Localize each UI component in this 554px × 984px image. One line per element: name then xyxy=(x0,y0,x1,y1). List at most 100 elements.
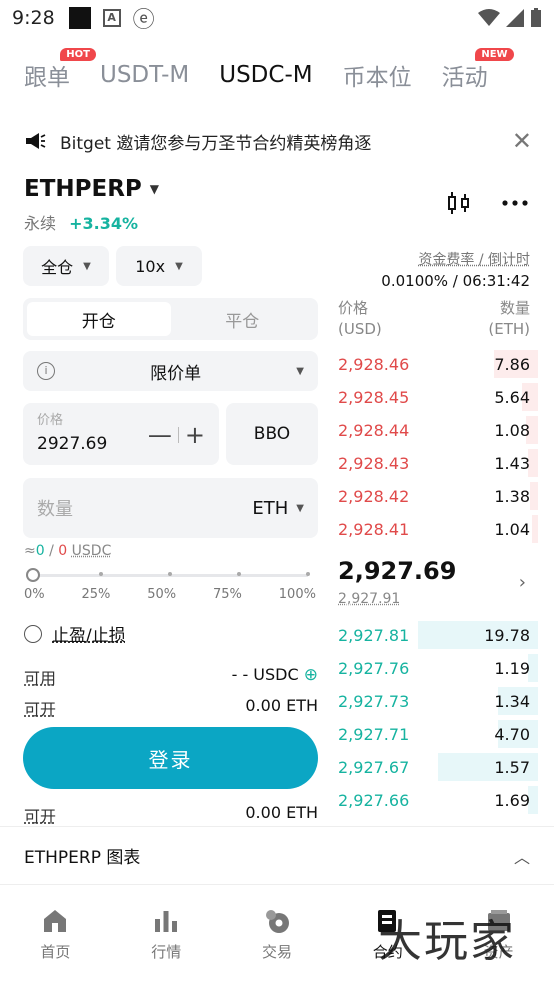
ob-qty-header: 数量 xyxy=(499,299,530,317)
ask-row[interactable]: 2,928.45 5.64 xyxy=(338,383,538,411)
ob-price-header: 价格 xyxy=(338,299,369,317)
margin-mode-select[interactable]: 全仓 ▼ xyxy=(23,246,109,286)
caret-down-icon: ▼ xyxy=(296,365,304,377)
depth-bar xyxy=(530,482,538,510)
bid-price: 2,927.81 xyxy=(338,625,410,645)
notification-square-icon xyxy=(68,7,91,29)
can-open-value: 0.00 ETH xyxy=(245,696,318,715)
ask-row[interactable]: 2,928.43 1.43 xyxy=(338,449,538,477)
close-icon[interactable]: ✕ xyxy=(512,127,532,155)
bid-row[interactable]: 2,927.71 4.70 xyxy=(338,720,538,748)
ask-qty: 7.86 xyxy=(494,354,530,374)
tick-label: 0% xyxy=(24,587,45,602)
login-button[interactable]: 登录 xyxy=(23,727,318,789)
bbo-button[interactable]: BBO xyxy=(226,403,318,465)
bid-qty: 1.34 xyxy=(494,691,530,711)
tab-usdt-m[interactable]: USDT-M xyxy=(100,62,189,88)
bid-price: 2,927.71 xyxy=(338,724,410,744)
trade-icon xyxy=(265,910,289,933)
approx-prefix: ≈ xyxy=(24,543,36,559)
can-open-label: 可开 xyxy=(24,807,57,826)
nav-markets[interactable]: 行情 xyxy=(111,885,222,984)
ask-row[interactable]: 2,928.44 1.08 xyxy=(338,416,538,444)
available-value: - - USDC xyxy=(231,665,299,684)
chart-toggle-label: ETHPERP 图表 xyxy=(24,848,141,868)
symbol-selector[interactable]: ETHPERP ▼ xyxy=(24,176,159,202)
ask-row[interactable]: 2,928.42 1.38 xyxy=(338,482,538,510)
tab-coin-m[interactable]: 币本位 xyxy=(343,58,412,92)
available-label: 可用 xyxy=(24,669,57,688)
margin-mode-value: 全仓 xyxy=(41,258,74,277)
funding-info[interactable]: 资金费率 / 倒计时 0.0100% / 06:31:42 xyxy=(381,250,530,292)
nav-trade[interactable]: 交易 xyxy=(222,885,333,984)
ask-price: 2,928.46 xyxy=(338,354,410,374)
top-actions xyxy=(446,190,528,216)
more-icon[interactable] xyxy=(502,199,528,207)
bid-price: 2,927.76 xyxy=(338,658,410,678)
bid-row[interactable]: 2,927.73 1.34 xyxy=(338,687,538,715)
chevron-up-icon[interactable]: ︿ xyxy=(514,844,530,868)
bid-qty: 19.78 xyxy=(484,625,530,645)
ask-row[interactable]: 2,928.46 7.86 xyxy=(338,350,538,378)
tick-label: 25% xyxy=(81,587,111,602)
leverage-value: 10x xyxy=(135,256,166,276)
ob-qty-unit: (ETH) xyxy=(488,320,530,338)
quantity-placeholder: 数量 xyxy=(37,499,73,520)
ask-row[interactable]: 2,928.41 1.04 xyxy=(338,515,538,543)
tab-events[interactable]: 活动 NEW xyxy=(442,48,514,92)
bid-row[interactable]: 2,927.81 19.78 xyxy=(338,621,538,649)
bid-price: 2,927.67 xyxy=(338,757,410,777)
add-funds-icon[interactable]: ⊕ xyxy=(304,665,318,685)
minus-button[interactable]: — xyxy=(148,421,172,449)
quantity-input[interactable]: 数量 ETH ▼ xyxy=(23,478,318,538)
chart-bars-icon xyxy=(155,911,178,932)
bid-row[interactable]: 2,927.76 1.19 xyxy=(338,654,538,682)
price-stepper: — + xyxy=(148,421,205,449)
order-type-select[interactable]: i 限价单 ▼ xyxy=(23,351,318,391)
orderbook-header: 价格 (USD) 数量 (ETH) xyxy=(338,298,530,340)
ask-price: 2,928.43 xyxy=(338,453,410,473)
tab-usdc-m[interactable]: USDC-M xyxy=(219,62,312,88)
quantity-unit[interactable]: ETH xyxy=(252,498,288,519)
battery-icon xyxy=(531,8,541,27)
symbol-name: ETHPERP xyxy=(24,176,142,202)
bid-row[interactable]: 2,927.66 1.69 xyxy=(338,786,538,814)
tpsl-toggle[interactable]: 止盈/止损 xyxy=(24,621,126,646)
price-change: +3.34% xyxy=(69,214,139,233)
bid-row[interactable]: 2,927.67 1.57 xyxy=(338,753,538,781)
caret-down-icon: ▼ xyxy=(296,502,304,514)
announcement-bar[interactable]: Bitget 邀请您参与万圣节合约精英榜角逐 ✕ xyxy=(24,124,532,158)
announcement-text: Bitget 邀请您参与万圣节合约精英榜角逐 xyxy=(60,133,372,154)
status-time: 9:28 xyxy=(12,7,55,29)
nav-label: 首页 xyxy=(40,943,71,961)
slider-dot xyxy=(99,572,103,576)
tab-copy-trading[interactable]: 跟单 HOT xyxy=(24,48,96,92)
slider-knob[interactable] xyxy=(26,568,40,582)
leverage-select[interactable]: 10x ▼ xyxy=(116,246,202,286)
nav-home[interactable]: 首页 xyxy=(0,885,111,984)
a-app-icon: A xyxy=(102,9,121,27)
available-row: 可用 - - USDC ⊕ xyxy=(24,665,318,689)
chevron-right-icon[interactable]: › xyxy=(519,572,526,593)
info-icon[interactable]: i xyxy=(37,362,55,380)
bid-qty: 4.70 xyxy=(494,724,530,744)
quantity-slider[interactable] xyxy=(26,568,310,582)
slider-ticks: 0% 25% 50% 75% 100% xyxy=(24,587,316,602)
tab-close[interactable]: 平仓 xyxy=(171,302,315,336)
candlestick-icon[interactable] xyxy=(446,190,472,216)
chart-toggle-bar[interactable]: ETHPERP 图表 ︿ xyxy=(0,826,554,884)
approx-value-green: 0 xyxy=(35,543,45,559)
position-segment: 开仓 平仓 xyxy=(23,298,318,340)
order-type-value: 限价单 xyxy=(150,363,202,384)
price-input[interactable]: 价格 2927.69 — + xyxy=(23,403,219,465)
ask-price: 2,928.42 xyxy=(338,486,410,506)
watermark-text: 大玩家 xyxy=(378,916,516,967)
radio-icon[interactable] xyxy=(24,624,42,643)
slider-dot xyxy=(237,572,241,576)
nav-label: 行情 xyxy=(151,943,182,961)
caret-down-icon: ▼ xyxy=(149,182,160,196)
ob-price-unit: (USD) xyxy=(338,320,382,338)
tab-open[interactable]: 开仓 xyxy=(27,302,171,336)
slider-dot xyxy=(306,572,310,576)
plus-button[interactable]: + xyxy=(185,421,205,449)
